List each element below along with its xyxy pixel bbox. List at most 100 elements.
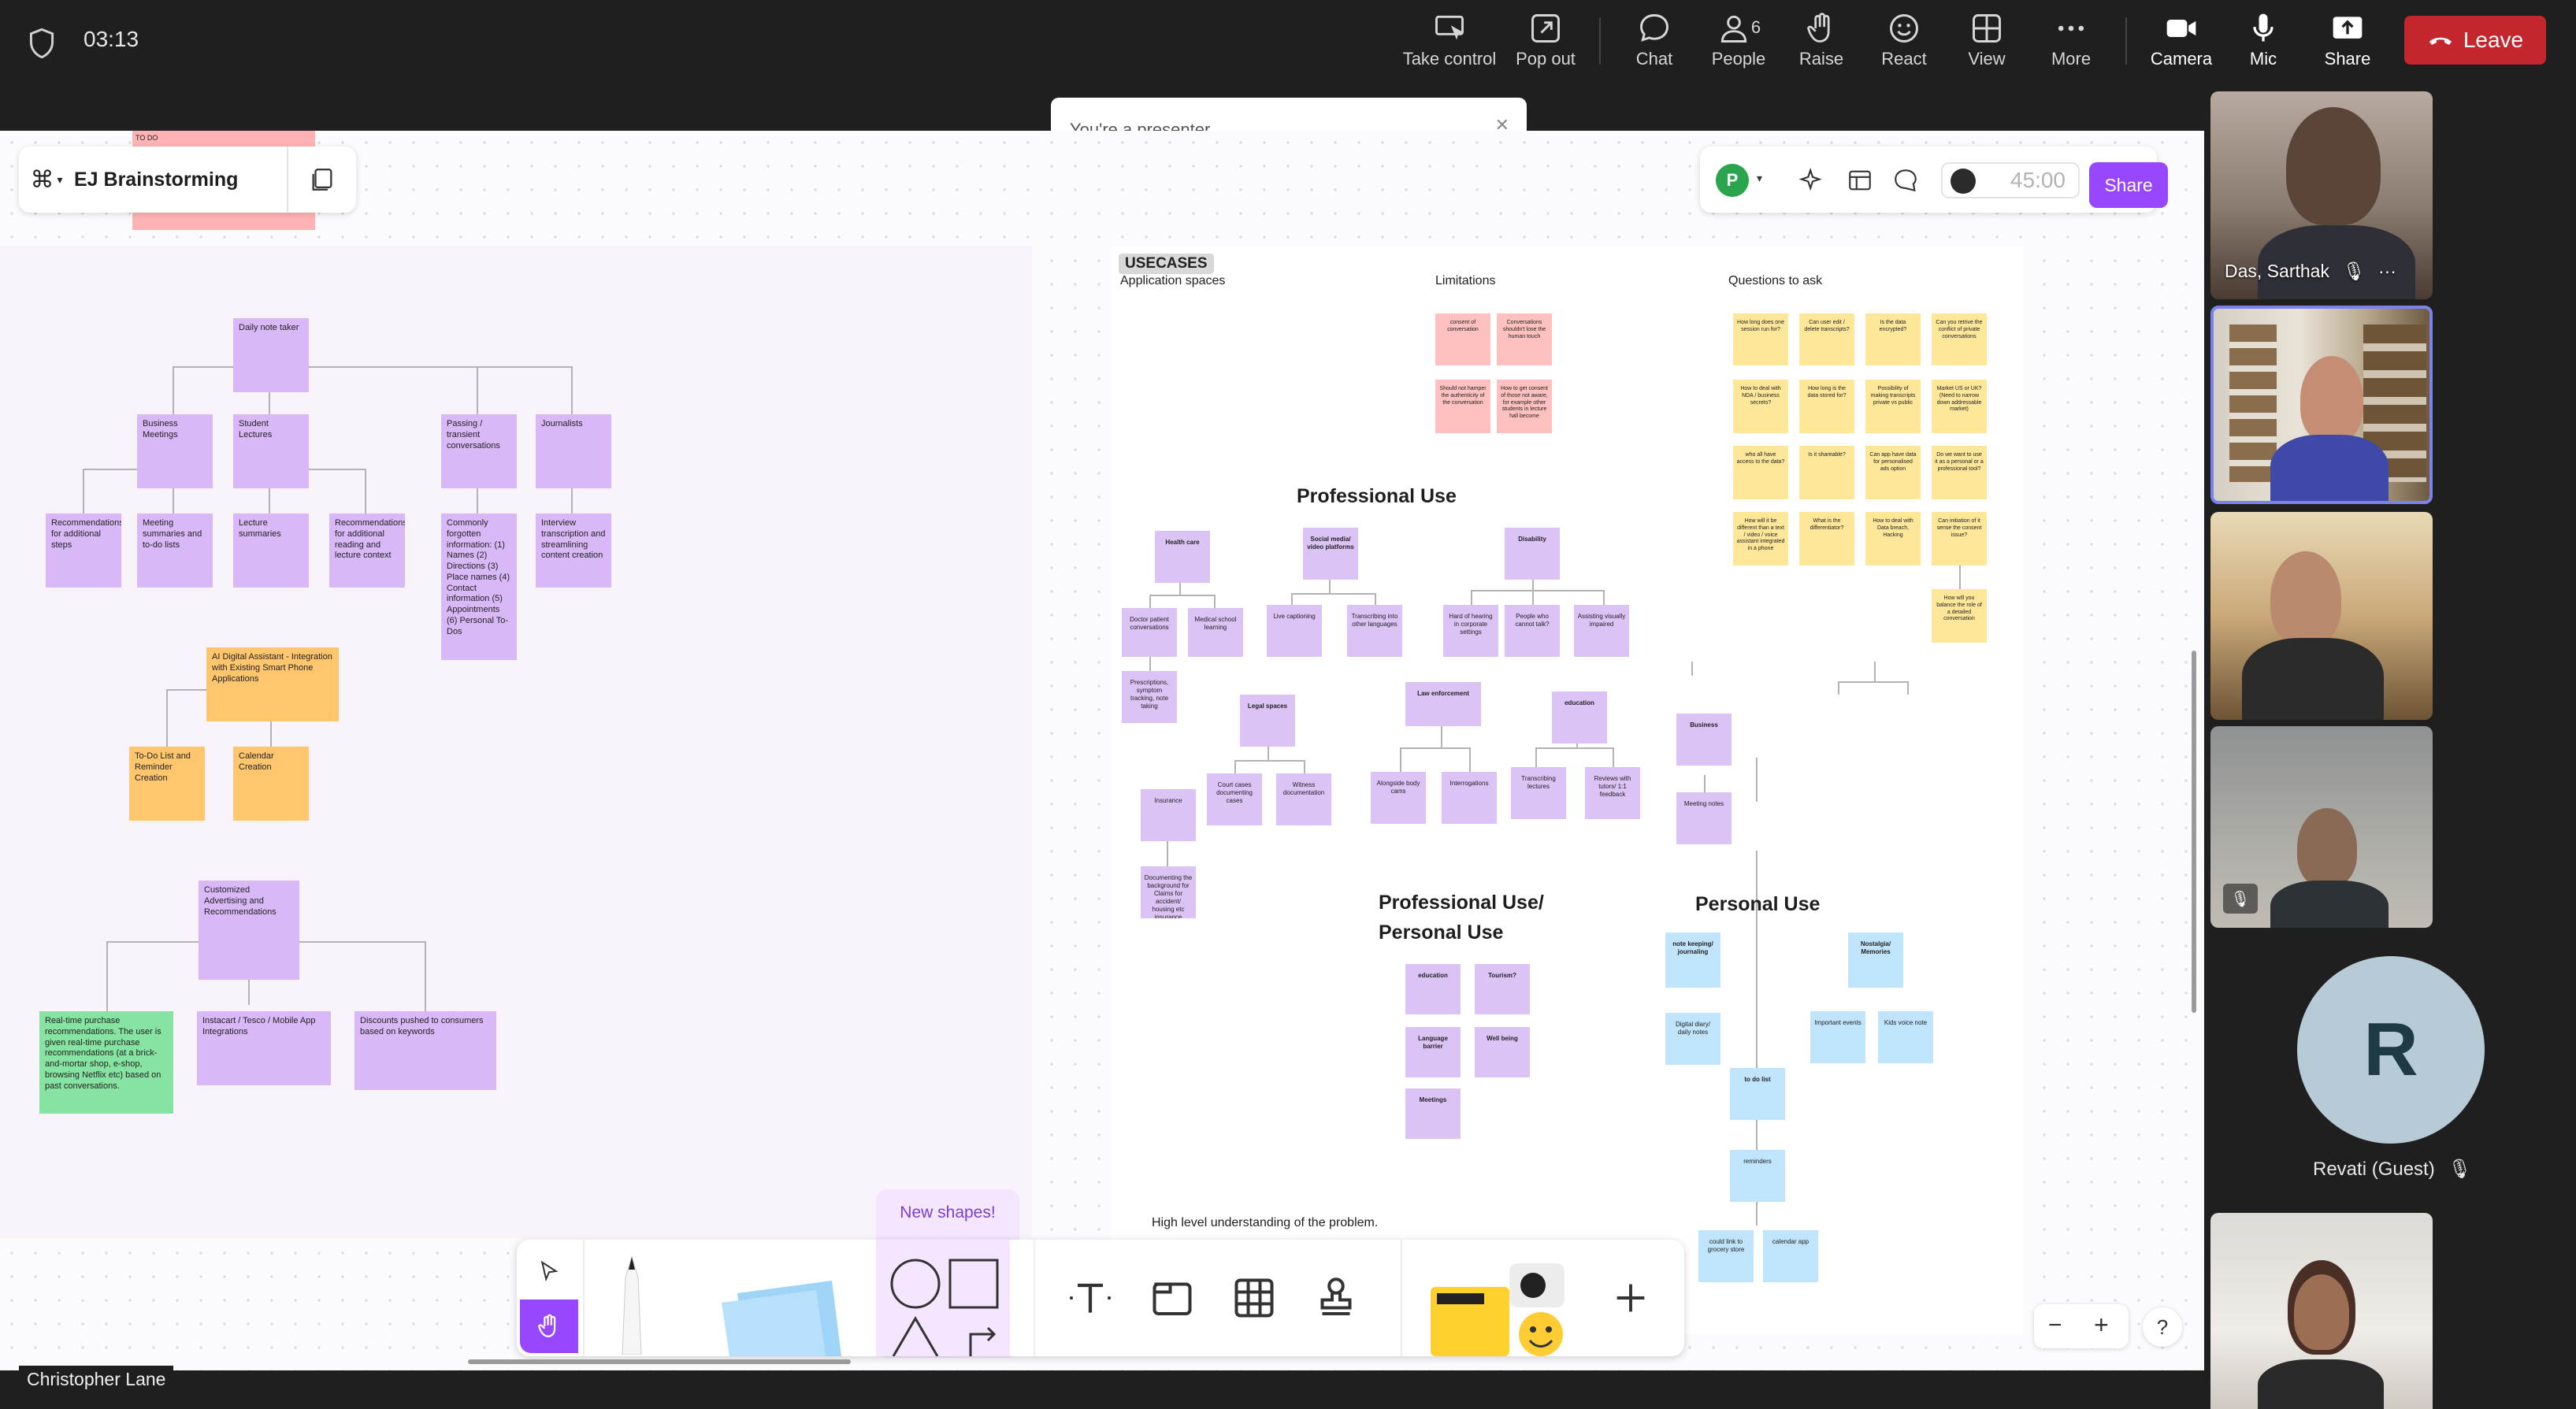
more-button[interactable]: More [2036, 11, 2106, 74]
marker-tool-button[interactable] [608, 1254, 655, 1355]
sticky-education-child[interactable]: Reviews with tutors/ 1:1 feedback [1585, 767, 1640, 819]
sticky-transient-conversations[interactable]: Passing / transient conversations [441, 414, 517, 488]
sticky-additional-reading[interactable]: Recommendations for additional reading a… [329, 514, 405, 588]
sticky-todo-list[interactable]: To-Do List and Reminder Creation [129, 747, 205, 821]
mic-button[interactable]: Mic [2229, 11, 2297, 74]
participant-tile[interactable] [2210, 1213, 2433, 1409]
sticky-legal-child[interactable]: Court cases documenting cases [1207, 773, 1262, 825]
sticky-student-lectures[interactable]: Student Lectures [233, 414, 309, 488]
help-button[interactable]: ? [2143, 1307, 2182, 1347]
sticky-discounts[interactable]: Discounts pushed to consumers based on k… [354, 1011, 496, 1090]
shapes-tool-button[interactable] [876, 1240, 1010, 1357]
chevron-down-icon[interactable]: ▾ [1757, 172, 1762, 185]
sticky-note-keeping[interactable]: note keeping/ journaling [1665, 933, 1720, 988]
sticky-business[interactable]: Business [1676, 714, 1732, 766]
stamp-tool-button[interactable] [1303, 1266, 1369, 1329]
more-icon[interactable]: ··· [2378, 261, 2396, 281]
leave-button[interactable]: Leave [2404, 16, 2546, 65]
sticky-question[interactable]: Can initiation of it sense the consent i… [1932, 512, 1987, 565]
sticky-instacart[interactable]: Instacart / Tesco / Mobile App Integrati… [197, 1011, 331, 1085]
sticky-todo-child[interactable]: calendar app [1763, 1230, 1818, 1282]
comment-icon[interactable] [1892, 167, 1919, 194]
sticky-question[interactable]: Possibility of making transcripts privat… [1865, 380, 1921, 433]
sticky-limitation[interactable]: Should not hamper the authenticity of th… [1435, 380, 1490, 433]
sticky-nostalgia-child[interactable]: Kids voice note [1878, 1011, 1933, 1063]
sticky-disability[interactable]: Disability [1505, 528, 1560, 580]
sticky-health-care[interactable]: Health care [1155, 531, 1210, 583]
sticky-note-tool-button[interactable] [714, 1262, 852, 1356]
sticky-healthcare-child[interactable]: Doctor patient conversations [1122, 608, 1177, 657]
sticky-limitation[interactable]: How to get consent of those not aware, f… [1497, 380, 1552, 433]
pop-out-button[interactable]: Pop out [1513, 11, 1579, 74]
sticky-social-media[interactable]: Social media/ video platforms [1303, 528, 1358, 580]
sticky-todo-child[interactable]: reminders [1730, 1150, 1785, 1202]
more-tools-button[interactable] [1598, 1266, 1664, 1329]
sticky-question[interactable]: How to deal with NDA / business secrets? [1733, 380, 1788, 433]
sticky-journalists[interactable]: Journalists [536, 414, 611, 488]
sticky-question[interactable]: How long is the data stored for? [1799, 380, 1854, 433]
sticky-question[interactable]: Can you retrive the conflict of private … [1932, 313, 1987, 365]
sticky-question[interactable]: How to deal with Data breach, Hacking [1865, 512, 1921, 565]
sticky-legal-child[interactable]: Documenting the background for Claims fo… [1141, 866, 1196, 918]
take-control-button[interactable]: Take control [1401, 11, 1498, 74]
hand-tool-button[interactable] [520, 1300, 578, 1353]
participant-avatar[interactable]: R [2297, 956, 2485, 1144]
file-title[interactable]: EJ Brainstorming [74, 169, 287, 191]
pages-button[interactable] [288, 166, 356, 193]
sticky-business-child[interactable]: Meeting notes [1676, 792, 1732, 844]
sticky-ai-assistant[interactable]: AI Digital Assistant - Integration with … [206, 647, 339, 721]
sticky-healthcare-child[interactable]: Prescriptions, symptom tracking, note ta… [1122, 671, 1177, 723]
participant-tile[interactable]: 🎙 [2210, 726, 2433, 928]
user-avatar[interactable]: P [1716, 164, 1749, 197]
raise-hand-button[interactable]: Raise [1790, 11, 1853, 74]
sticky-prof-personal[interactable]: Tourism? [1475, 964, 1530, 1014]
sticky-legal-child[interactable]: Witness documentation [1276, 773, 1331, 825]
react-button[interactable]: React [1870, 11, 1938, 74]
sticky-question[interactable]: Market US or UK? (Need to narrow down ad… [1932, 380, 1987, 433]
people-button[interactable]: 6 People [1705, 11, 1772, 74]
sticky-law-enforcement[interactable]: Law enforcement [1405, 682, 1481, 726]
timer-widget[interactable]: 45:00 [1941, 162, 2080, 198]
sticky-forgotten-information[interactable]: Commonly forgotten information: (1) Name… [441, 514, 517, 660]
sticky-nostalgia-child[interactable]: Important events [1810, 1011, 1865, 1063]
sticky-question[interactable]: who all have access to the data? [1733, 446, 1788, 499]
sticky-legal-spaces[interactable]: Legal spaces [1240, 695, 1295, 747]
participant-tile-active[interactable] [2210, 306, 2433, 504]
sticky-question[interactable]: Is the data encrypted? [1865, 313, 1921, 365]
sticky-disability-child[interactable]: Assisting visually impaired [1574, 605, 1629, 657]
zoom-out-icon[interactable]: − [2048, 1312, 2062, 1339]
sticky-question[interactable]: Is it shareable? [1799, 446, 1854, 499]
camera-button[interactable]: Camera [2146, 11, 2217, 74]
sticky-question[interactable]: Do we want to use it as a personal or a … [1932, 446, 1987, 499]
participant-tile[interactable]: Das, Sarthak 🎙 ··· [2210, 91, 2433, 299]
sticky-note-keeping-child[interactable]: Digital diary/ daily notes [1665, 1013, 1720, 1065]
sticky-disability-child[interactable]: People who cannot talk? [1505, 605, 1560, 657]
figjam-share-button[interactable]: Share [2089, 162, 2168, 208]
text-tool-button[interactable] [1057, 1266, 1123, 1329]
sticky-education[interactable]: education [1552, 692, 1607, 743]
sticky-advertising[interactable]: Customized Advertising and Recommendatio… [199, 881, 299, 980]
sticky-business-meetings[interactable]: Business Meetings [137, 414, 213, 488]
sticky-question[interactable]: Can user edit / delete transcripts? [1799, 313, 1854, 365]
widgets-button[interactable] [1423, 1255, 1580, 1356]
sticky-recommendations[interactable]: Recommendations for additional steps [46, 514, 121, 588]
sticky-prof-personal[interactable]: Meetings [1405, 1088, 1461, 1139]
table-tool-button[interactable] [1221, 1266, 1287, 1329]
sticky-legal-child[interactable]: Insurance [1141, 789, 1196, 841]
sticky-interview-transcription[interactable]: Interview transcription and streamlining… [536, 514, 611, 588]
vertical-scrollbar[interactable] [2192, 651, 2196, 1013]
sticky-law-child[interactable]: Interrogations [1442, 772, 1497, 824]
sticky-social-child[interactable]: Transcribing into other languages [1347, 605, 1402, 657]
sticky-law-child[interactable]: Alongside body cams [1371, 772, 1426, 824]
ai-sparkle-icon[interactable] [1799, 167, 1826, 194]
share-screen-button[interactable]: Share [2313, 11, 2382, 74]
zoom-in-icon[interactable]: + [2094, 1311, 2109, 1340]
sticky-disability-child[interactable]: Hard of hearing in corporate settings [1443, 605, 1498, 657]
sticky-todo-child[interactable]: could link to grocery store [1698, 1230, 1754, 1282]
sticky-meeting-summaries[interactable]: Meeting summaries and to-do lists [137, 514, 213, 588]
sticky-limitation[interactable]: Conversations shouldn't lose the human t… [1497, 313, 1552, 365]
sticky-question[interactable]: How long does one session run for? [1733, 313, 1788, 365]
participant-tile[interactable] [2210, 512, 2433, 720]
sticky-question[interactable]: Can app have data for personalised ads o… [1865, 446, 1921, 499]
sticky-prof-personal[interactable]: Well being [1475, 1027, 1530, 1077]
